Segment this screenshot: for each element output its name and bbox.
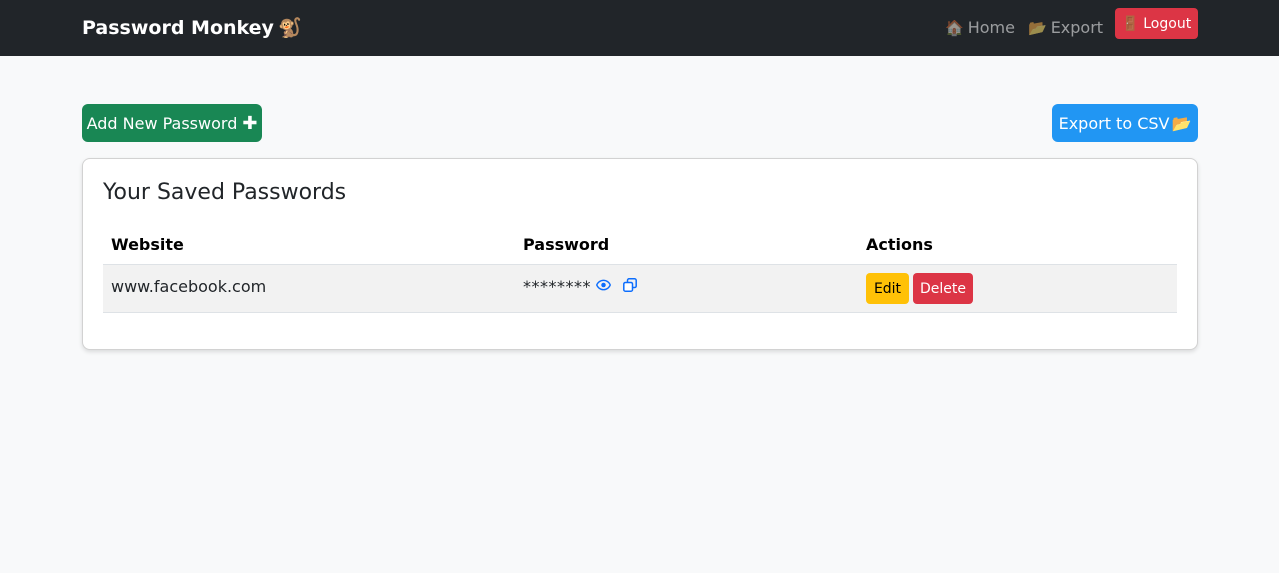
folder-icon: 📂 bbox=[1171, 113, 1192, 133]
export-csv-label: Export to CSV bbox=[1058, 113, 1170, 133]
passwords-table: Website Password Actions www.facebook.co… bbox=[103, 229, 1177, 313]
navbar: Password Monkey 🐒 🏠 Home 📂 Export 🚪 Logout bbox=[0, 0, 1279, 56]
folder-icon: 📂 bbox=[1028, 19, 1047, 37]
edit-button[interactable]: Edit bbox=[866, 273, 909, 304]
monkey-icon: 🐒 bbox=[277, 17, 302, 39]
add-new-password-button[interactable]: Add New Password ✚ bbox=[82, 104, 262, 142]
card-title: Your Saved Passwords bbox=[103, 180, 347, 205]
table-row: www.facebook.com ******** Edit Delete bbox=[103, 265, 1177, 313]
show-password-eye-icon[interactable] bbox=[594, 276, 612, 294]
brand-title: Password Monkey bbox=[82, 17, 274, 39]
table-header: Website Password Actions bbox=[103, 229, 1177, 265]
password-cell: ******** bbox=[523, 277, 591, 296]
nav-home-link[interactable]: 🏠 Home bbox=[945, 18, 1015, 38]
column-header-password: Password bbox=[523, 235, 610, 254]
logout-button[interactable]: 🚪 Logout bbox=[1115, 8, 1198, 39]
logout-label: Logout bbox=[1143, 15, 1192, 32]
export-csv-button[interactable]: Export to CSV 📂 bbox=[1052, 104, 1198, 142]
saved-passwords-card: Your Saved Passwords Website Password Ac… bbox=[82, 158, 1198, 350]
door-icon: 🚪 bbox=[1121, 15, 1140, 32]
nav-home-label: Home bbox=[967, 18, 1015, 37]
home-icon: 🏠 bbox=[945, 19, 964, 37]
copy-password-icon[interactable] bbox=[621, 276, 639, 294]
nav-export-link[interactable]: 📂 Export bbox=[1028, 18, 1103, 38]
delete-button[interactable]: Delete bbox=[913, 273, 973, 304]
column-header-actions: Actions bbox=[866, 235, 933, 254]
website-cell: www.facebook.com bbox=[111, 277, 267, 296]
brand-link[interactable]: Password Monkey 🐒 bbox=[82, 16, 302, 40]
plus-icon: ✚ bbox=[242, 112, 258, 134]
add-new-password-label: Add New Password bbox=[86, 113, 238, 133]
column-header-website: Website bbox=[111, 235, 184, 254]
nav-export-label: Export bbox=[1050, 18, 1104, 37]
